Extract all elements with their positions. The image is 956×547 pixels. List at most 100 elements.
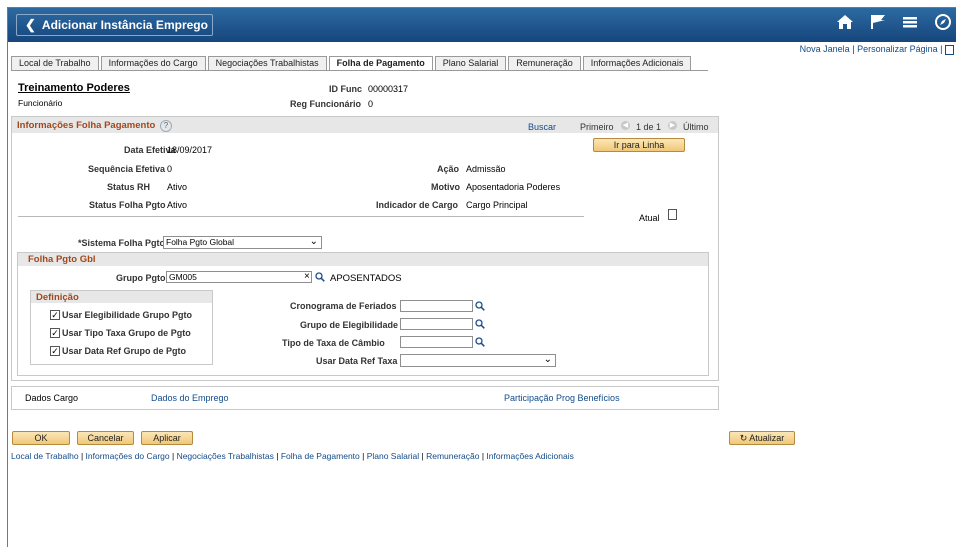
divider xyxy=(18,216,584,217)
footer-links: Local de Trabalho | Informações do Cargo… xyxy=(11,451,574,461)
flag-icon[interactable] xyxy=(869,13,887,36)
last-link[interactable]: Último xyxy=(683,122,709,132)
effective-sequence-value: 0 xyxy=(167,164,173,174)
action-label: Ação xyxy=(437,164,460,174)
global-payroll-title: Folha Pgto Gbl xyxy=(28,254,96,265)
footer-link[interactable]: Folha de Pagamento xyxy=(281,451,360,461)
footer-link[interactable]: Informações do Cargo xyxy=(86,451,170,461)
refresh-button[interactable]: ↻ Atualizar xyxy=(729,431,795,445)
job-indicator-value: Cargo Principal xyxy=(466,200,528,210)
current-checkbox xyxy=(668,209,677,220)
action-value: Admissão xyxy=(466,164,506,174)
section-title: Informações Folha Pagamento xyxy=(17,120,156,131)
separator: | xyxy=(852,44,855,54)
separator: | xyxy=(169,451,177,461)
employee-type: Funcionário xyxy=(18,98,63,108)
personalize-page-link[interactable]: Personalizar Página xyxy=(857,44,938,54)
back-button[interactable]: ❮ Adicionar Instância Emprego xyxy=(16,14,213,36)
search-icon[interactable] xyxy=(315,272,325,284)
payroll-system-label: *Sistema Folha Pgto xyxy=(78,238,166,248)
holiday-schedule-label: Cronograma de Feriados xyxy=(290,301,397,311)
use-date-ref-checkbox[interactable]: ✓ xyxy=(50,346,60,356)
compass-icon[interactable] xyxy=(934,13,952,36)
payroll-status-value: Ativo xyxy=(167,200,188,210)
separator: | xyxy=(78,451,86,461)
employment-data-link[interactable]: Dados do Emprego xyxy=(151,393,229,403)
effective-date-value: 18/09/2017 xyxy=(167,145,213,155)
separator: | xyxy=(940,44,943,54)
row-count: 1 de 1 xyxy=(636,122,662,132)
grid-icon[interactable] xyxy=(945,44,954,55)
job-indicator-label: Indicador de Cargo xyxy=(376,200,459,210)
chevron-down-icon: ⌄ xyxy=(309,236,318,247)
chevron-down-icon: ⌄ xyxy=(543,354,552,365)
footer-link[interactable]: Remuneração xyxy=(426,451,479,461)
current-label: Atual xyxy=(639,213,660,223)
benefits-link[interactable]: Participação Prog Benefícios xyxy=(504,393,620,403)
search-icon[interactable] xyxy=(475,319,485,331)
help-icon[interactable]: ? xyxy=(160,120,172,132)
home-icon[interactable] xyxy=(836,13,854,36)
use-eligibility-checkbox[interactable]: ✓ xyxy=(50,310,60,320)
tab-negociacoes[interactable]: Negociações Trabalhistas xyxy=(207,56,327,70)
tab-plano-salarial[interactable]: Plano Salarial xyxy=(434,56,507,70)
refresh-icon: ↻ xyxy=(739,433,750,443)
footer-link[interactable]: Local de Trabalho xyxy=(11,451,79,461)
hamburger-icon[interactable] xyxy=(902,13,918,36)
use-rate-type-label: Usar Tipo Taxa Grupo de Pgto xyxy=(62,328,191,338)
back-button-label: Adicionar Instância Emprego xyxy=(41,18,208,32)
first-link[interactable]: Primeiro xyxy=(580,122,614,132)
clear-icon[interactable]: × xyxy=(304,271,310,282)
reason-label: Motivo xyxy=(431,182,460,192)
payroll-system-select[interactable]: Folha Pgto Global ⌄ xyxy=(163,236,322,249)
use-rate-type-checkbox[interactable]: ✓ xyxy=(50,328,60,338)
job-data-label: Dados Cargo xyxy=(25,393,79,403)
payroll-status-label: Status Folha Pgto xyxy=(89,200,166,210)
rate-date-label: Usar Data Ref Taxa xyxy=(316,356,398,366)
tab-informacoes-cargo[interactable]: Informações do Cargo xyxy=(100,56,206,70)
reason-value: Aposentadoria Poderes xyxy=(466,182,561,192)
page-links: Nova Janela | Personalizar Página | xyxy=(800,44,954,55)
separator: | xyxy=(359,451,367,461)
new-window-link[interactable]: Nova Janela xyxy=(800,44,850,54)
previous-icon[interactable]: ◀ xyxy=(621,121,630,130)
tab-divider xyxy=(11,70,708,71)
eligibility-group-input[interactable] xyxy=(400,318,473,330)
search-link[interactable]: Buscar xyxy=(528,122,556,132)
refresh-label: Atualizar xyxy=(749,433,785,443)
pay-group-description: APOSENTADOS xyxy=(330,273,402,284)
footer-link[interactable]: Informações Adicionais xyxy=(486,451,573,461)
rate-date-select[interactable]: ⌄ xyxy=(400,354,556,367)
employee-record-label: Reg Funcionário xyxy=(290,99,362,109)
next-icon[interactable]: ▶ xyxy=(668,121,677,130)
hr-status-value: Ativo xyxy=(167,182,188,192)
footer-link[interactable]: Negociações Trabalhistas xyxy=(177,451,274,461)
search-icon[interactable] xyxy=(475,337,485,349)
pay-group-label: Grupo Pgto xyxy=(116,273,166,283)
cancel-button[interactable]: Cancelar xyxy=(77,431,134,445)
holiday-schedule-input[interactable] xyxy=(400,300,473,312)
pay-group-input[interactable]: GM005 xyxy=(166,271,312,283)
header-bar: ❮ Adicionar Instância Emprego xyxy=(8,8,956,42)
search-icon[interactable] xyxy=(475,301,485,313)
eligibility-group-label: Grupo de Elegibilidade xyxy=(300,320,399,330)
tab-remuneracao[interactable]: Remuneração xyxy=(508,56,581,70)
employee-id-value: 00000317 xyxy=(368,84,409,94)
page-tabs: Local de Trabalho Informações do Cargo N… xyxy=(11,56,693,70)
go-to-line-button[interactable]: Ir para Linha xyxy=(593,138,685,152)
footer-link[interactable]: Plano Salarial xyxy=(367,451,419,461)
employee-record-value: 0 xyxy=(368,99,374,109)
exchange-rate-type-input[interactable] xyxy=(400,336,473,348)
effective-sequence-label: Sequência Efetiva xyxy=(88,164,166,174)
tab-folha-pagamento[interactable]: Folha de Pagamento xyxy=(328,56,433,70)
hr-status-label: Status RH xyxy=(107,182,151,192)
ok-button[interactable]: OK xyxy=(12,431,70,445)
chevron-left-icon: ❮ xyxy=(25,17,36,32)
use-eligibility-label: Usar Elegibilidade Grupo Pgto xyxy=(62,310,193,320)
apply-button[interactable]: Aplicar xyxy=(141,431,193,445)
definition-title: Definição xyxy=(36,292,79,303)
tab-local-trabalho[interactable]: Local de Trabalho xyxy=(11,56,99,70)
use-date-ref-label: Usar Data Ref Grupo de Pgto xyxy=(62,346,187,356)
exchange-rate-type-label: Tipo de Taxa de Câmbio xyxy=(282,338,385,348)
tab-informacoes-adicionais[interactable]: Informações Adicionais xyxy=(582,56,692,70)
